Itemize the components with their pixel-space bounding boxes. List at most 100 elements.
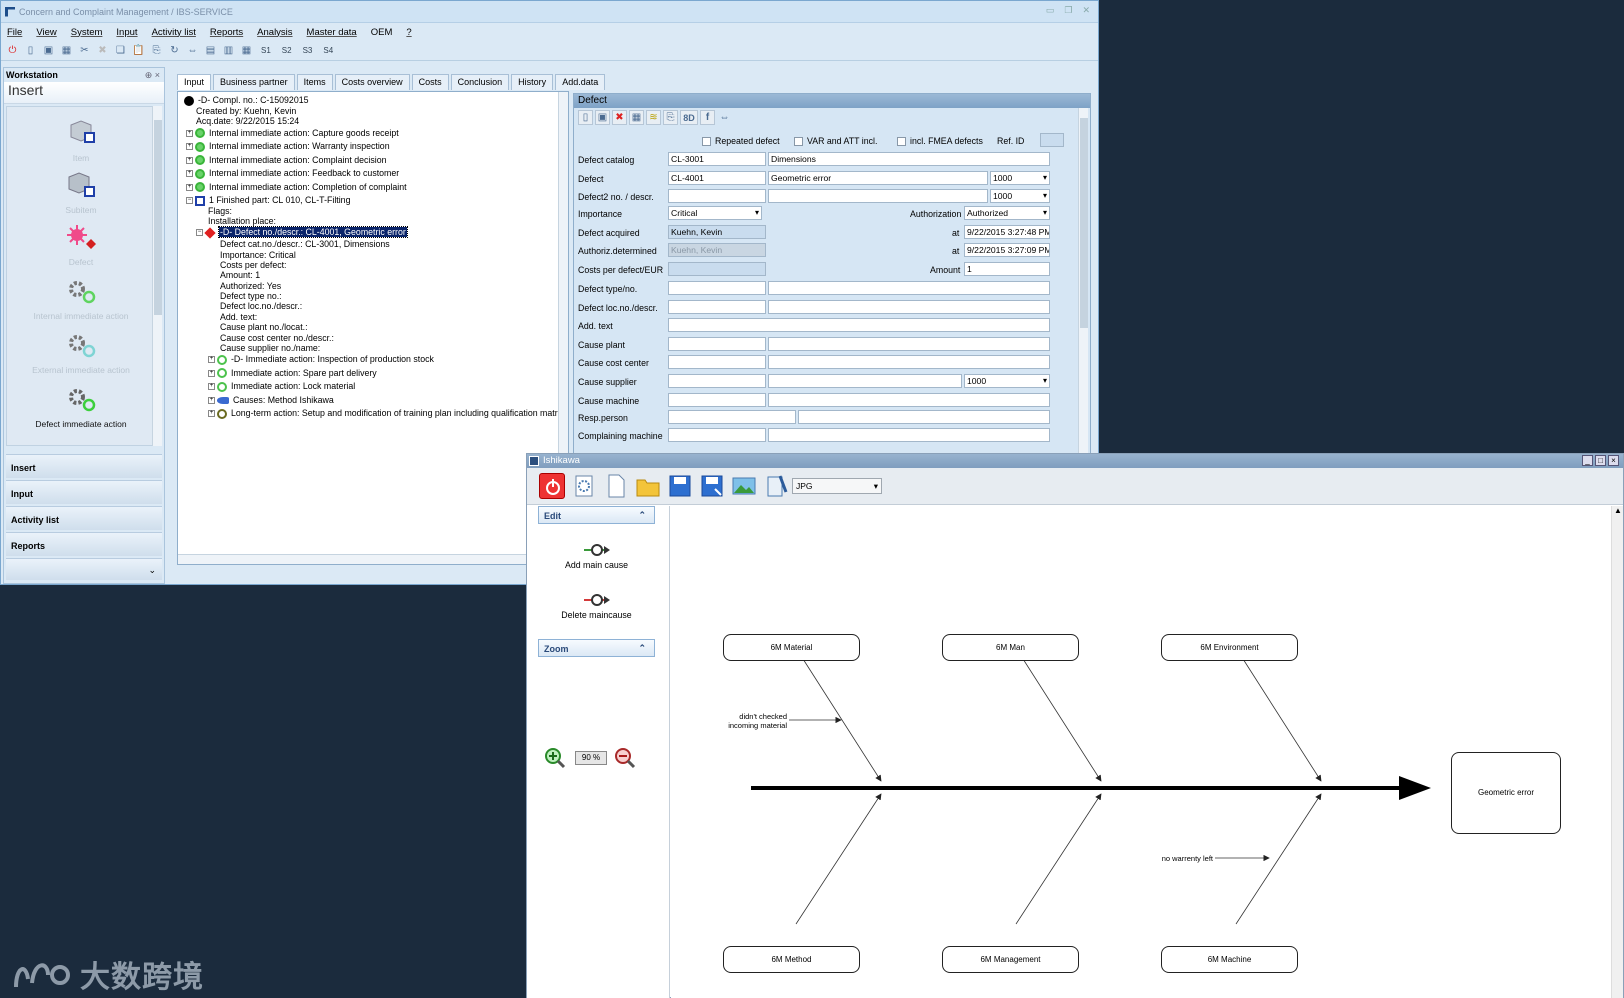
defect-acquired-at[interactable]: 9/22/2015 3:27:48 PM	[964, 225, 1050, 239]
expand-toggle-icon[interactable]: +	[186, 170, 193, 178]
authorization-select[interactable]: Authorized	[964, 206, 1050, 220]
defect-loc-desc[interactable]	[768, 300, 1050, 314]
close-icon[interactable]: ✕	[1082, 5, 1090, 16]
zoom-level-field[interactable]: 90 %	[575, 751, 607, 765]
nav-insert[interactable]: Insert	[6, 454, 162, 478]
maximize-icon[interactable]: □	[1595, 455, 1606, 466]
export-format-select[interactable]: JPG	[792, 478, 882, 494]
tree-item[interactable]: + Internal immediate action: Warranty ins…	[186, 141, 390, 152]
expand-toggle-icon[interactable]: +	[186, 183, 193, 191]
category-box-man[interactable]: 6M Man	[942, 634, 1079, 661]
zoom-panel-header[interactable]: Zoom	[538, 639, 655, 657]
add-main-cause-button[interactable]: Add main cause	[538, 536, 655, 570]
resp-person-name[interactable]	[798, 410, 1050, 424]
complaining-machine-no[interactable]	[668, 428, 766, 442]
report-8d-button[interactable]: 8D	[680, 110, 698, 125]
tab-costs-overview[interactable]: Costs overview	[334, 74, 410, 90]
repeated-defect-checkbox[interactable]	[702, 137, 711, 146]
copy-icon[interactable]: ❏	[113, 43, 128, 58]
defect2-desc[interactable]	[768, 189, 988, 203]
expand-toggle-icon[interactable]: +	[208, 383, 215, 391]
tree-item[interactable]: Cause cost center no./descr.:	[220, 333, 334, 343]
tree-item[interactable]: -D- Compl. no.: C-15092015	[184, 95, 309, 106]
insert-internal-action[interactable]: Internal immediate action	[7, 277, 155, 321]
resp-person-id[interactable]	[668, 410, 796, 424]
export-image-icon[interactable]	[731, 473, 757, 499]
expand-toggle-icon[interactable]: +	[186, 129, 193, 137]
tree-item[interactable]: Amount: 1	[220, 270, 260, 280]
menu-view[interactable]: View	[36, 27, 56, 38]
insert-defect-action[interactable]: Defect immediate action	[7, 385, 155, 429]
complaining-machine-desc[interactable]	[768, 428, 1050, 442]
tree-item-selected[interactable]: − -D- Defect no./descr.: CL-4001, Geometr…	[196, 226, 408, 239]
new-icon[interactable]: ▯	[578, 110, 593, 125]
tree-item[interactable]: Cause plant no./locat.:	[220, 322, 308, 332]
insert-item[interactable]: Item	[7, 119, 155, 163]
tree-item[interactable]: Flags:	[208, 206, 232, 216]
expand-toggle-icon[interactable]: −	[196, 229, 203, 237]
zoom-in-icon[interactable]	[543, 746, 567, 772]
effect-box[interactable]: Geometric error	[1451, 752, 1561, 834]
tree-item[interactable]: Defect loc.no./descr.:	[220, 301, 302, 311]
save-icon[interactable]	[667, 473, 693, 499]
new-icon[interactable]: ▯	[23, 43, 38, 58]
category-box-environment[interactable]: 6M Environment	[1161, 634, 1298, 661]
tab-add-data[interactable]: Add.data	[555, 74, 606, 90]
tree-horizontal-scrollbar[interactable]	[178, 554, 568, 564]
stack-icon[interactable]: ≋	[646, 110, 661, 125]
authoriz-determined-by[interactable]: Kuehn, Kevin	[668, 243, 766, 257]
menu-analysis[interactable]: Analysis	[257, 27, 292, 38]
sidebar-pin-close[interactable]: ⊕ ×	[145, 70, 160, 81]
close-icon[interactable]: ×	[1608, 455, 1619, 466]
tree-item[interactable]: Authorized: Yes	[220, 281, 281, 291]
tree-item[interactable]: + Internal immediate action: Completion o…	[186, 182, 407, 193]
tree-item[interactable]: Defect cat.no./descr.: CL-3001, Dimensio…	[220, 239, 390, 249]
clipboard-icon[interactable]	[763, 473, 789, 499]
zoom-out-icon[interactable]	[613, 746, 637, 772]
pdf-icon[interactable]: ▤	[203, 43, 218, 58]
defect2-qty-select[interactable]: 1000	[990, 189, 1050, 203]
save-icon[interactable]: ▣	[595, 110, 610, 125]
nav-reports[interactable]: Reports	[6, 532, 162, 556]
insert-defect[interactable]: Defect	[7, 223, 155, 267]
tab-input[interactable]: Input	[177, 74, 212, 90]
cause-supplier-qty-select[interactable]: 1000	[964, 374, 1050, 388]
delete-main-cause-button[interactable]: Delete maincause	[538, 586, 655, 620]
tree-item[interactable]: Acq.date: 9/22/2015 15:24	[196, 116, 299, 126]
expand-toggle-icon[interactable]: +	[208, 369, 215, 377]
cause-supplier-name[interactable]	[768, 374, 962, 388]
defect-catalog-desc[interactable]: Dimensions	[768, 152, 1050, 166]
category-box-method[interactable]: 6M Method	[723, 946, 860, 973]
open-folder-icon[interactable]	[635, 473, 661, 499]
defect-desc[interactable]: Geometric error	[768, 171, 988, 185]
menu-input[interactable]: Input	[116, 27, 137, 38]
delete-icon[interactable]: ✖	[95, 43, 110, 58]
power-icon[interactable]	[539, 473, 565, 499]
grid-icon[interactable]: ▦	[239, 43, 254, 58]
tree-item[interactable]: Defect type no.:	[220, 291, 282, 301]
new-document-icon[interactable]	[603, 473, 629, 499]
expand-toggle-icon[interactable]: +	[186, 143, 193, 151]
expand-toggle-icon[interactable]: +	[208, 396, 215, 404]
costs-per-defect[interactable]	[668, 262, 766, 276]
expand-toggle-icon[interactable]: −	[186, 197, 193, 205]
menu-activity-list[interactable]: Activity list	[152, 27, 196, 38]
authoriz-determined-at[interactable]: 9/22/2015 3:27:09 PM	[964, 243, 1050, 257]
defect2-no[interactable]	[668, 189, 766, 203]
settings-icon[interactable]	[571, 473, 597, 499]
tree-item[interactable]: + Immediate action: Spare part delivery	[208, 368, 377, 379]
tree-item[interactable]: + Long-term action: Setup and modificatio…	[208, 408, 564, 419]
importance-select[interactable]: Critical	[668, 206, 762, 220]
menu-reports[interactable]: Reports	[210, 27, 243, 38]
category-box-machine[interactable]: 6M Machine	[1161, 946, 1298, 973]
menu-system[interactable]: System	[71, 27, 103, 38]
cause-machine-desc[interactable]	[768, 393, 1050, 407]
tab-costs[interactable]: Costs	[411, 74, 449, 90]
defect-type-desc[interactable]	[768, 281, 1050, 295]
cause-machine-no[interactable]	[668, 393, 766, 407]
minimize-icon[interactable]: _	[1582, 455, 1593, 466]
expand-toggle-icon[interactable]: +	[186, 156, 193, 164]
attach-icon[interactable]: ⎘	[149, 43, 164, 58]
tab-conclusion[interactable]: Conclusion	[450, 74, 510, 90]
defect-no[interactable]: CL-4001	[668, 171, 766, 185]
